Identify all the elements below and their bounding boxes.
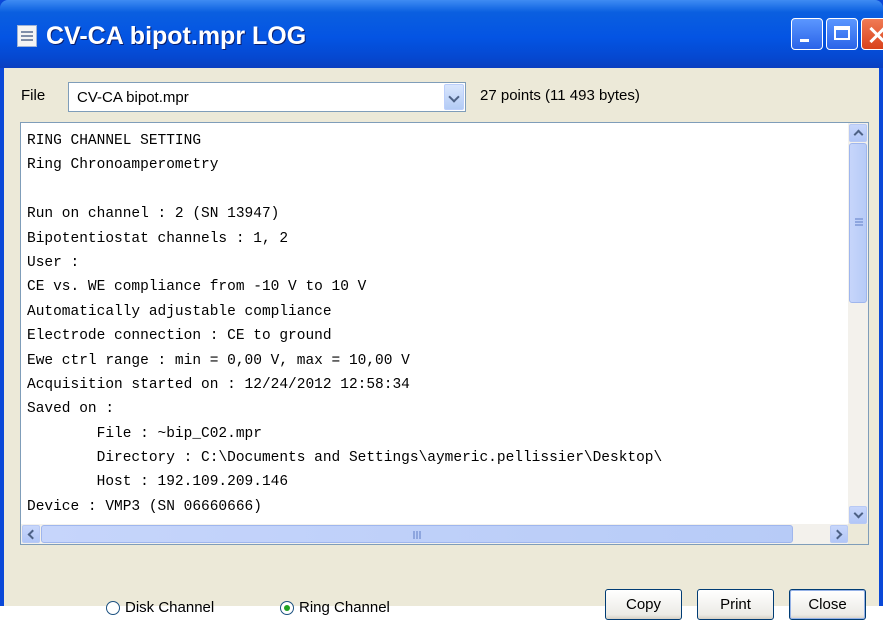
log-line: Ewe ctrl range : min = 0,00 V, max = 10,… xyxy=(27,352,410,369)
radio-disk-channel[interactable] xyxy=(106,601,120,615)
scroll-down-button[interactable] xyxy=(849,506,867,524)
scroll-right-button[interactable] xyxy=(830,525,848,543)
document-icon xyxy=(17,25,37,47)
log-line: Automatically adjustable compliance xyxy=(27,303,332,320)
close-button[interactable]: Close xyxy=(789,589,866,620)
title-bar[interactable]: CV-CA bipot.mpr LOG xyxy=(0,0,883,68)
log-line: Device : VMP3 (SN 06660666) xyxy=(27,498,262,515)
log-window: CV-CA bipot.mpr LOG File CV-CA bipot.mpr… xyxy=(0,0,883,620)
horizontal-scrollbar[interactable] xyxy=(21,524,849,544)
grip-icon xyxy=(413,531,415,539)
log-line: Run on channel : 2 (SN 13947) xyxy=(27,206,280,223)
scroll-up-button[interactable] xyxy=(849,124,867,142)
log-line: Ring Chronoamperometry xyxy=(27,157,219,174)
arrow-down-icon xyxy=(853,508,864,519)
print-button[interactable]: Print xyxy=(697,589,774,620)
log-line: Directory : C:\Documents and Settings\ay… xyxy=(27,450,663,467)
scroll-corner xyxy=(848,524,868,544)
vertical-scrollbar[interactable] xyxy=(848,123,868,525)
grip-icon xyxy=(855,218,863,220)
log-line: Bipotentiostat channels : 1, 2 xyxy=(27,230,289,247)
scroll-left-button[interactable] xyxy=(22,525,40,543)
arrow-up-icon xyxy=(853,129,864,140)
file-dropdown-value: CV-CA bipot.mpr xyxy=(77,89,189,106)
log-line: RING CHANNEL SETTING xyxy=(27,133,202,149)
file-dropdown[interactable]: CV-CA bipot.mpr xyxy=(68,82,466,112)
minimize-button[interactable] xyxy=(791,18,823,50)
radio-disk-channel-label[interactable]: Disk Channel xyxy=(125,599,214,616)
log-line: User : xyxy=(27,254,80,271)
chevron-down-icon[interactable] xyxy=(444,84,464,110)
log-line: File : ~bip_C02.mpr xyxy=(27,425,262,442)
log-line: Acquisition started on : 12/24/2012 12:5… xyxy=(27,376,410,393)
arrow-left-icon xyxy=(27,529,38,540)
maximize-button[interactable] xyxy=(826,18,858,50)
arrow-right-icon xyxy=(832,529,843,540)
radio-ring-channel[interactable] xyxy=(280,601,294,615)
log-line: Saved on : xyxy=(27,401,115,418)
file-label: File xyxy=(21,87,46,104)
log-lines: RING CHANNEL SETTING Ring Chronoamperomet… xyxy=(27,129,843,521)
horizontal-scroll-thumb[interactable] xyxy=(41,525,793,543)
radio-ring-channel-label[interactable]: Ring Channel xyxy=(299,599,390,616)
close-window-button[interactable] xyxy=(861,18,883,50)
file-info: 27 points (11 493 bytes) xyxy=(480,87,640,104)
dialog-body: File CV-CA bipot.mpr 27 points (11 493 b… xyxy=(4,68,879,620)
log-text-area[interactable]: RING CHANNEL SETTING Ring Chronoamperomet… xyxy=(20,122,869,545)
window-title: CV-CA bipot.mpr LOG xyxy=(46,22,307,50)
log-line: Electrode connection : CE to ground xyxy=(27,328,332,345)
log-line: CE vs. WE compliance from -10 V to 10 V xyxy=(27,279,367,296)
vertical-scroll-thumb[interactable] xyxy=(849,143,867,303)
log-line: Host : 192.109.209.146 xyxy=(27,474,289,491)
copy-button[interactable]: Copy xyxy=(605,589,682,620)
